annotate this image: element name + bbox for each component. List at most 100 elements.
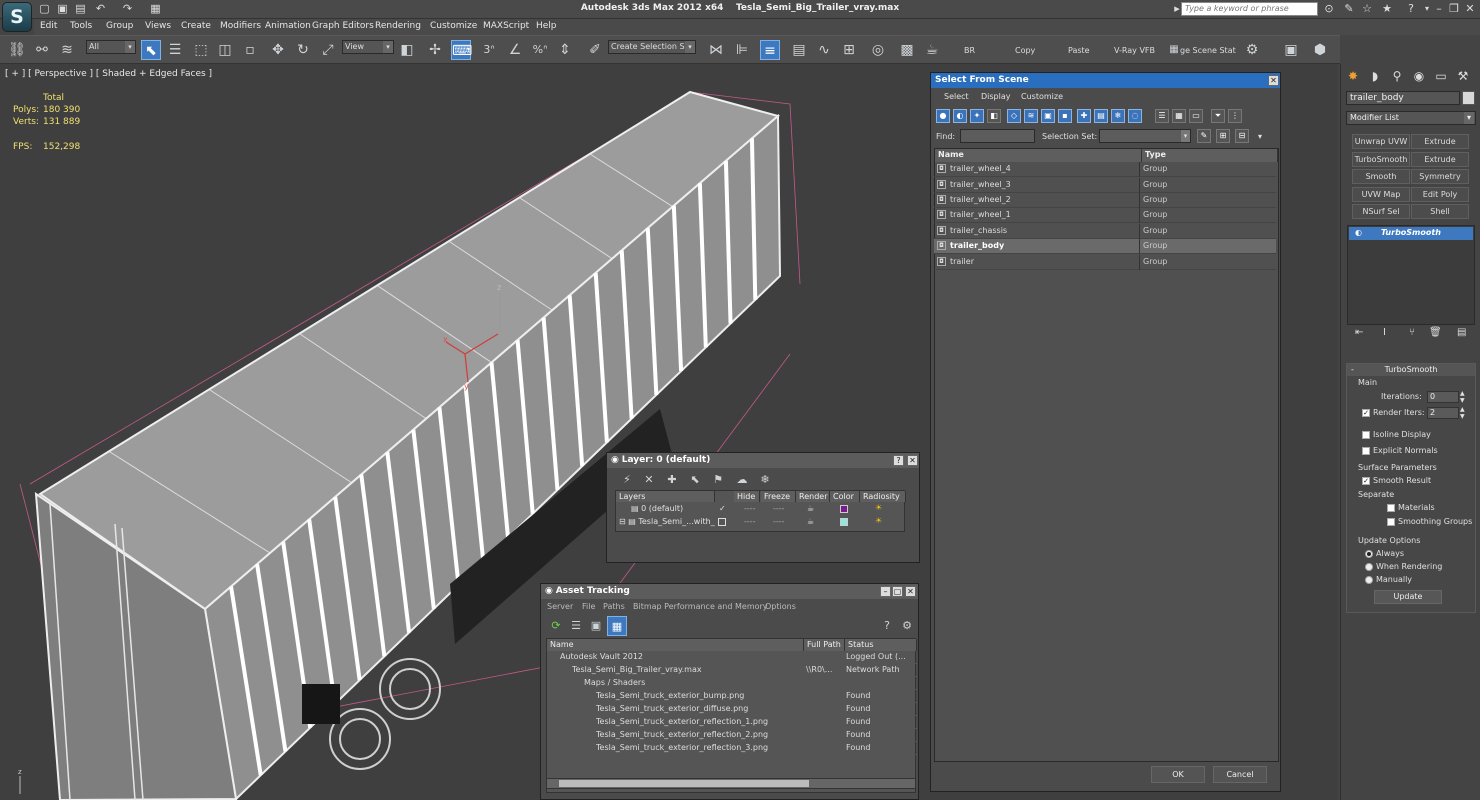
filter-xrefs-icon[interactable]: ▪ — [1058, 109, 1072, 123]
reference-coordinate-dropdown[interactable]: View ▾ — [342, 40, 394, 54]
list-item[interactable]: ◘ trailer_wheel_3 Group — [934, 178, 1276, 193]
render-teapot-icon[interactable]: ☕ — [922, 40, 942, 60]
window-crossing-icon[interactable]: ◫ — [215, 40, 235, 60]
select-manipulate-icon[interactable]: ✢ — [425, 40, 445, 60]
layer-color-swatch[interactable] — [840, 505, 848, 513]
select-by-name-icon[interactable]: ☰ — [165, 40, 185, 60]
list-item[interactable]: ◘ trailer_wheel_2 Group — [934, 193, 1276, 208]
filter-geometry-icon[interactable]: ● — [936, 109, 950, 123]
schematic-view-icon[interactable]: ⊞ — [839, 40, 859, 60]
when-rendering-radio[interactable] — [1365, 562, 1373, 571]
menu-graph-editors[interactable]: Graph Editors — [312, 21, 374, 31]
shell-button[interactable]: Shell — [1411, 204, 1469, 219]
snaps-toggle-icon[interactable]: 3ᐢ — [479, 40, 499, 60]
undo-icon[interactable]: ↶ — [94, 2, 107, 15]
favorites-icon[interactable]: ★ — [1380, 2, 1394, 16]
filter-groups-icon[interactable]: ▣ — [1041, 109, 1055, 123]
add-to-layer-icon[interactable]: ✚ — [662, 470, 682, 490]
freeze-toggle[interactable]: ---- — [773, 517, 785, 526]
asset-col-fullpath[interactable]: Full Path — [804, 639, 845, 651]
materials-row[interactable]: Materials — [1387, 503, 1435, 512]
asset-row[interactable]: Tesla_Semi_truck_exterior_bump.png Found — [548, 690, 917, 703]
cancel-button[interactable]: Cancel — [1213, 766, 1267, 783]
help-icon[interactable]: ? — [1404, 2, 1418, 16]
vray-vfb-button[interactable]: V-Ray VFB — [1114, 46, 1155, 55]
sfs-menu-select[interactable]: Select — [944, 92, 969, 101]
manually-radio[interactable] — [1365, 575, 1373, 584]
scene-explorer-icon[interactable]: ≡ — [760, 40, 780, 60]
hide-all-icon[interactable]: ☁ — [732, 470, 752, 490]
link-icon[interactable]: ⛓ — [7, 40, 27, 60]
asset-row[interactable]: Maps / Shaders — [548, 677, 917, 690]
isoline-display-row[interactable]: Isoline Display — [1362, 430, 1431, 439]
menu-rendering[interactable]: Rendering — [375, 21, 421, 31]
smoothing-groups-row[interactable]: Smoothing Groups — [1387, 517, 1472, 526]
viewport-label[interactable]: [ + ] [ Perspective ] [ Shaded + Edged F… — [5, 69, 212, 79]
asset-row[interactable]: Tesla_Semi_truck_exterior_diffuse.png Fou… — [548, 703, 917, 716]
layer-titlebar[interactable]: ◉ Layer: 0 (default) — [607, 453, 919, 468]
menu-tools[interactable]: Tools — [70, 21, 92, 31]
open-file-icon[interactable]: ▣ — [56, 2, 69, 15]
layer-help-icon[interactable]: ? — [893, 455, 904, 466]
list-view-icon[interactable]: ☰ — [1155, 109, 1169, 123]
show-end-result-icon[interactable]: Ⅰ — [1383, 327, 1386, 338]
render-icon[interactable]: ⚙ — [1242, 40, 1262, 60]
sfs-menu-display[interactable]: Display — [981, 92, 1011, 101]
menu-modifiers[interactable]: Modifiers — [220, 21, 261, 31]
always-option[interactable]: Always — [1365, 549, 1404, 558]
add-to-set-icon[interactable]: ⊞ — [1216, 129, 1230, 143]
edit-named-selection-icon[interactable]: ✐ — [585, 40, 605, 60]
select-in-layer-icon[interactable]: ⬉ — [685, 470, 705, 490]
filter-lights-icon[interactable]: ✦ — [970, 109, 984, 123]
select-move-icon[interactable]: ▫ — [240, 40, 260, 60]
asset-minimize-icon[interactable]: – — [880, 586, 891, 597]
object-name-field[interactable]: trailer_body — [1346, 91, 1460, 105]
paste-button[interactable]: Paste — [1068, 46, 1090, 55]
nsurf-sel-button[interactable]: NSurf Sel — [1352, 204, 1410, 219]
filter-hidden-icon[interactable]: ◌ — [1128, 109, 1142, 123]
menu-customize[interactable]: Customize — [430, 21, 477, 31]
uvw-map-button[interactable]: UVW Map — [1352, 187, 1410, 202]
asset-menu-server[interactable]: Server — [547, 602, 573, 611]
close-icon[interactable]: ✕ — [1463, 2, 1477, 16]
thumbnail-icon[interactable]: ▣ — [586, 616, 606, 636]
scrollbar-thumb[interactable] — [559, 780, 809, 787]
find-input[interactable] — [960, 129, 1035, 143]
tools-icon[interactable]: ✎ — [1342, 2, 1356, 16]
list-item[interactable]: ◘ trailer Group — [934, 255, 1276, 270]
asset-menu-paths[interactable]: Paths — [603, 602, 625, 611]
unwrap-uvw-button[interactable]: Unwrap UVW — [1352, 134, 1410, 149]
rotate-icon[interactable]: ↻ — [293, 40, 313, 60]
asset-tracking-titlebar[interactable]: ◉ Asset Tracking — [541, 584, 918, 599]
iterations-spinner-arrows[interactable]: ▲ ▼ — [1460, 390, 1465, 404]
scene-state-button[interactable]: ge Scene Stat — [1180, 46, 1236, 55]
align-icon[interactable]: ⊫ — [732, 40, 752, 60]
filter-shapes-icon[interactable]: ◐ — [953, 109, 967, 123]
turbosmooth-rollout-header[interactable]: - TurboSmooth — [1347, 364, 1475, 376]
menu-group[interactable]: Group — [106, 21, 133, 31]
extra-tool-1-icon[interactable]: ▣ — [1281, 40, 1301, 60]
motion-tab-icon[interactable]: ◉ — [1409, 67, 1429, 85]
mirror-icon[interactable]: ⋈ — [706, 40, 726, 60]
display-tab-icon[interactable]: ▭ — [1431, 67, 1451, 85]
select-all-icon[interactable]: ▦ — [1172, 109, 1186, 123]
asset-row[interactable]: Tesla_Semi_truck_exterior_reflection_2.p… — [548, 729, 917, 742]
explicit-normals-checkbox[interactable] — [1362, 446, 1370, 455]
filter-bones-icon[interactable]: ✚ — [1077, 109, 1091, 123]
menu-create[interactable]: Create — [181, 21, 211, 31]
new-file-icon[interactable]: ▢ — [38, 2, 51, 15]
utilities-tab-icon[interactable]: ⚒ — [1453, 67, 1473, 85]
layer-col-layers[interactable]: Layers — [616, 491, 715, 502]
filter-spacewarps-icon[interactable]: ≋ — [1024, 109, 1038, 123]
remove-modifier-icon[interactable]: 🗑 — [1429, 327, 1442, 338]
move-icon[interactable]: ✥ — [268, 40, 288, 60]
modifier-list-dropdown[interactable]: Modifier List ▾ — [1346, 111, 1476, 125]
sfs-close-icon[interactable]: ✕ — [1268, 75, 1279, 86]
asset-row[interactable]: Tesla_Semi_truck_exterior_reflection_3.p… — [548, 742, 917, 755]
br-button[interactable]: BR — [964, 46, 975, 55]
minimize-icon[interactable]: – — [1432, 2, 1446, 16]
list-icon[interactable]: ☰ — [566, 616, 586, 636]
filter-containers-icon[interactable]: ▤ — [1094, 109, 1108, 123]
render-iters-row[interactable]: ✓ Render Iters: — [1362, 408, 1425, 417]
asset-menu-options[interactable]: Options — [765, 602, 796, 611]
